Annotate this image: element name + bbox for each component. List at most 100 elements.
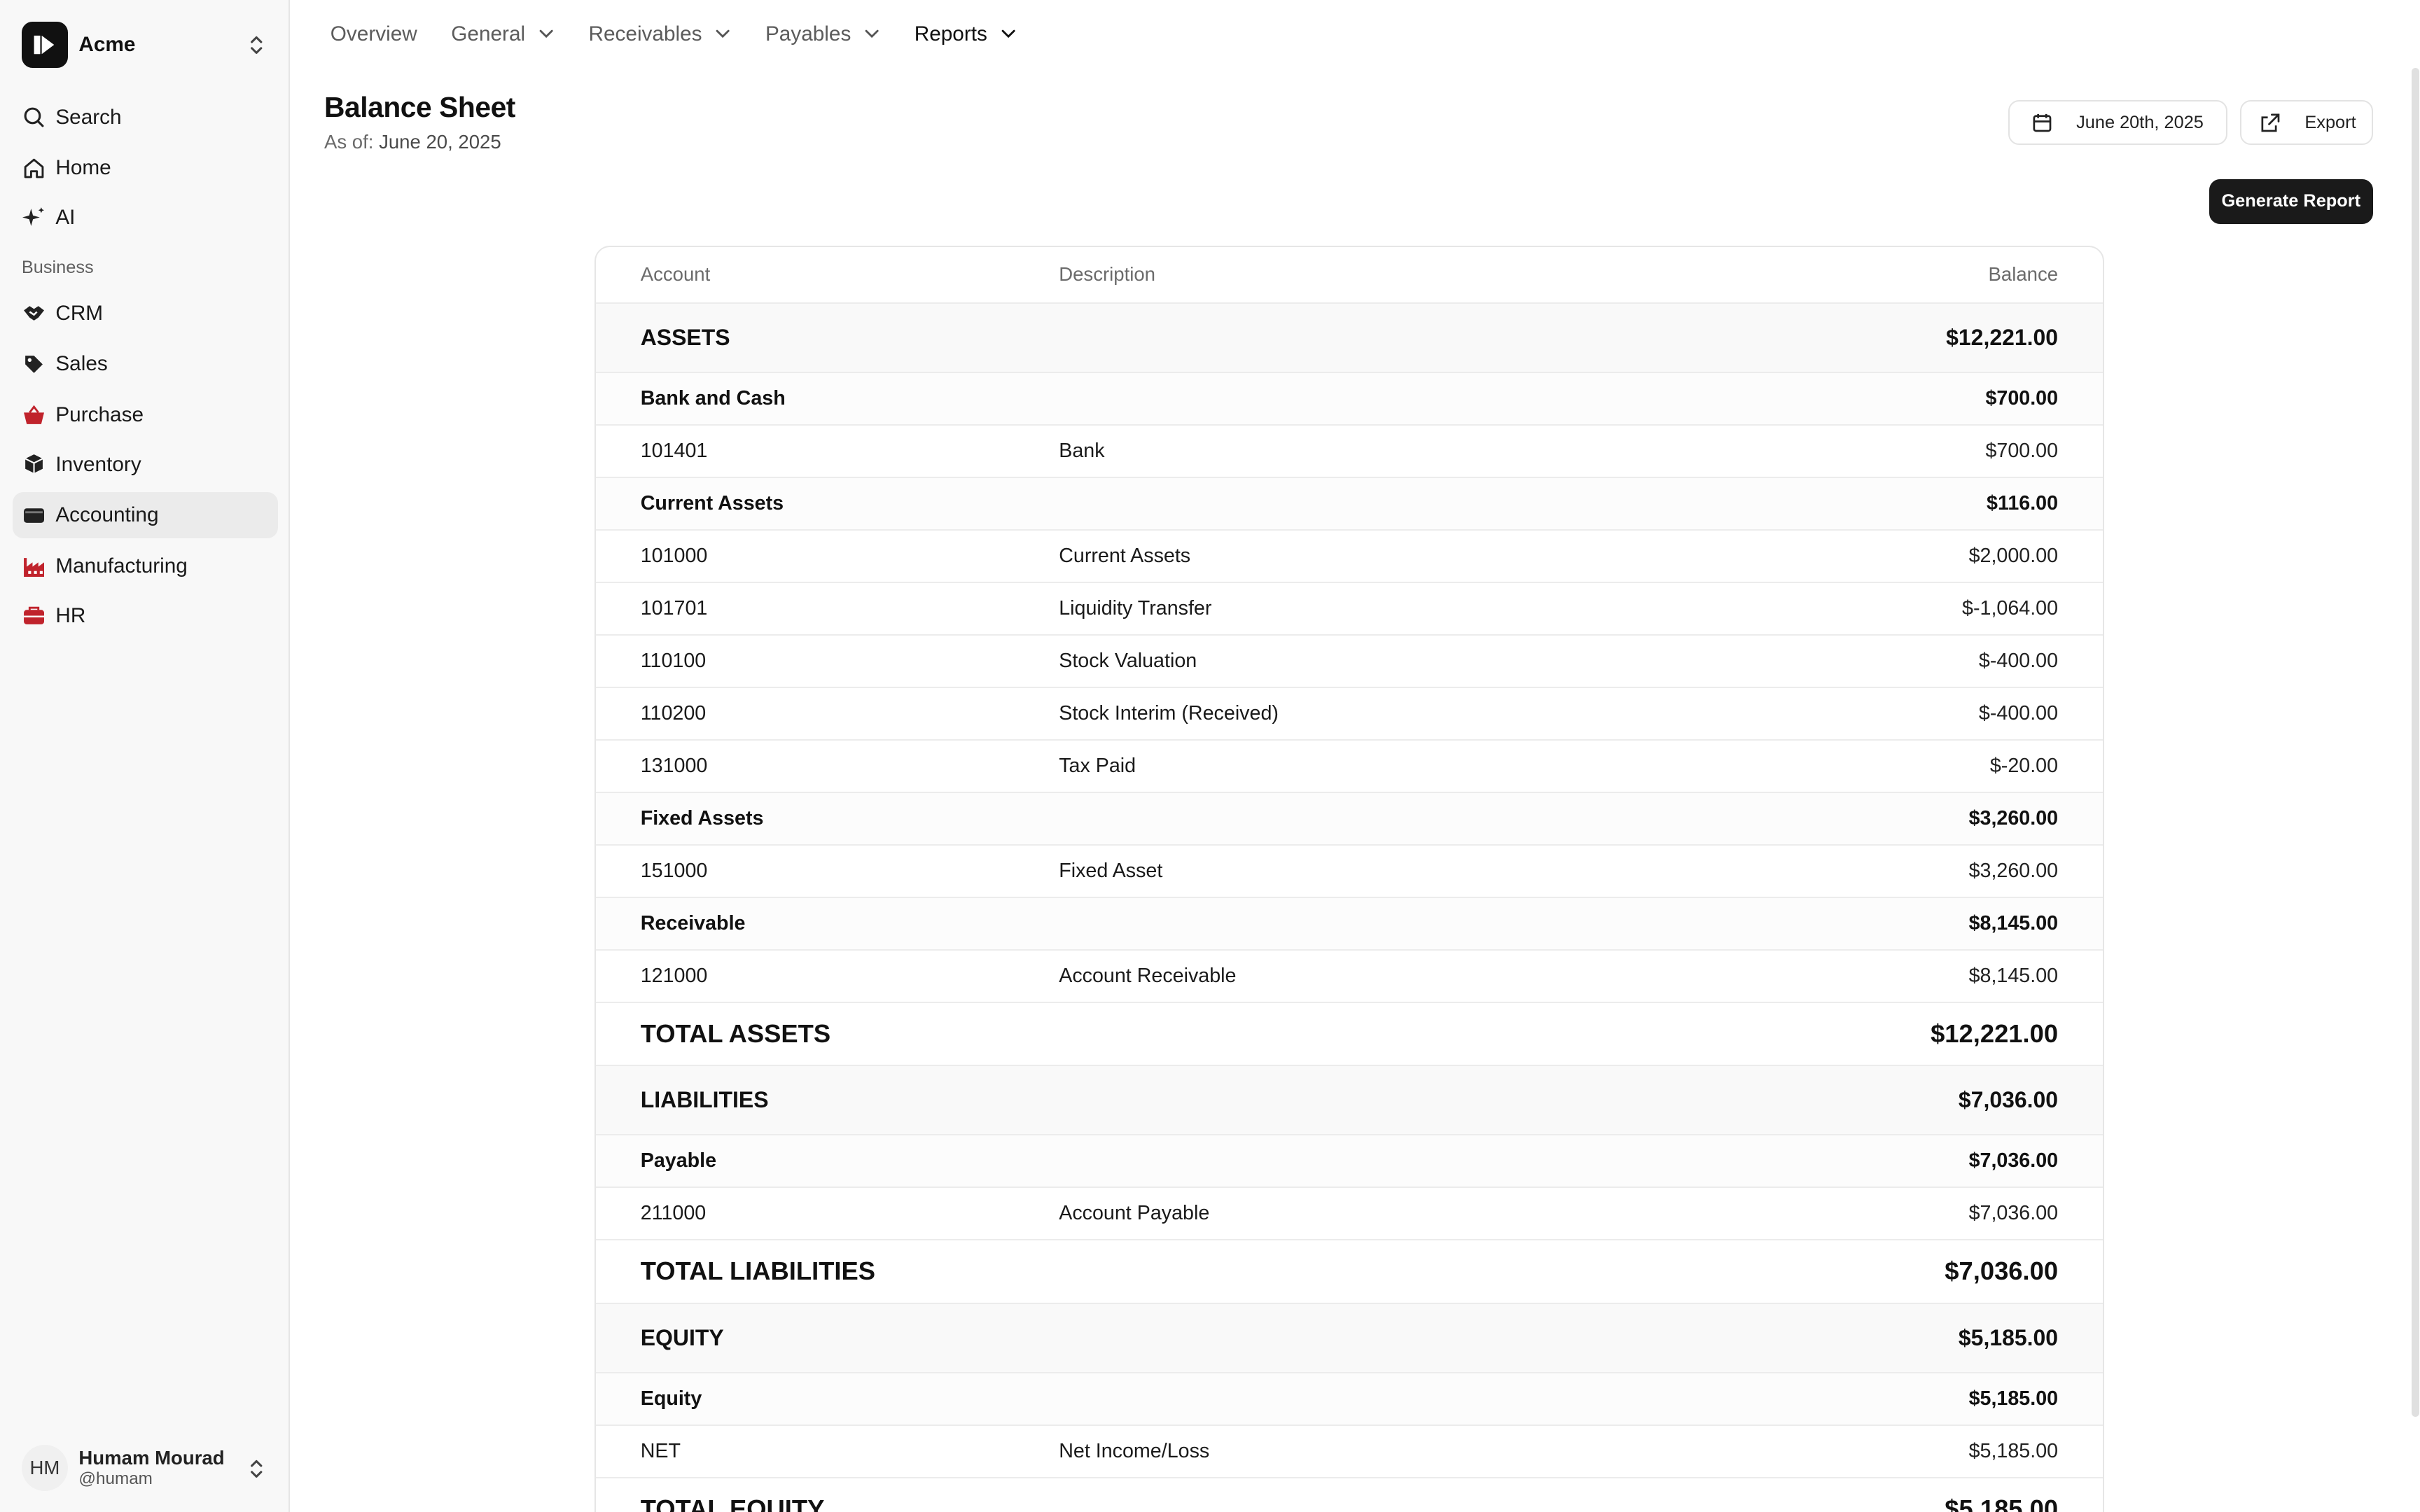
tab-general[interactable]: General: [451, 22, 555, 46]
nav-ai[interactable]: AI: [13, 195, 278, 241]
org-name: Acme: [78, 32, 136, 56]
group-row: Equity $5,185.00: [595, 1373, 2103, 1426]
tag-icon: [22, 352, 46, 377]
account-cell: Fixed Assets: [640, 806, 764, 830]
tab-receivables-label: Receivables: [588, 22, 702, 46]
tab-overview[interactable]: Overview: [331, 22, 417, 46]
group-row: Payable $7,036.00: [595, 1135, 2103, 1189]
column-header-balance: Balance: [1988, 263, 2059, 286]
account-cell: Bank and Cash: [640, 387, 786, 410]
balance-sheet-table: Account Description Balance ASSETS $12,22…: [594, 245, 2104, 1512]
balance-cell: $2,000.00: [1968, 545, 2059, 568]
account-cell: 101701: [640, 597, 708, 620]
section-row: ASSETS $12,221.00: [595, 304, 2103, 374]
sidebar: Acme Search Home AI Business CRM Sales P…: [0, 0, 291, 1512]
table-row[interactable]: NET Net Income/Loss $5,185.00: [595, 1426, 2103, 1478]
balance-cell: $5,185.00: [1968, 1439, 2059, 1462]
table-header: Account Description Balance: [595, 247, 2103, 304]
total-row: TOTAL EQUITY $5,185.00: [596, 1478, 2103, 1512]
nav-accounting-label: Accounting: [55, 503, 159, 527]
description-cell: Account Receivable: [1059, 964, 1237, 987]
description-cell: Liquidity Transfer: [1059, 597, 1212, 620]
tab-receivables[interactable]: Receivables: [589, 22, 732, 46]
total-row: TOTAL LIABILITIES $7,036.00: [595, 1240, 2103, 1304]
balance-cell: $8,145.00: [1968, 911, 2059, 934]
nav-hr-label: HR: [55, 603, 86, 627]
date-picker-label: June 20th, 2025: [2076, 112, 2204, 132]
group-row: Current Assets $116.00: [595, 478, 2103, 531]
balance-cell: $12,221.00: [1931, 1018, 2059, 1048]
balance-cell: $-400.00: [1978, 650, 2059, 673]
tab-payables-label: Payables: [765, 22, 851, 46]
nav-crm[interactable]: CRM: [13, 290, 278, 336]
date-picker-button[interactable]: June 20th, 2025: [2008, 100, 2228, 146]
export-label: Export: [2304, 112, 2356, 132]
section-row: EQUITY $5,185.00: [595, 1303, 2103, 1373]
balance-cell: $5,185.00: [1968, 1387, 2059, 1410]
table-row[interactable]: 151000 Fixed Asset $3,260.00: [595, 846, 2103, 898]
org-switcher[interactable]: Acme: [13, 15, 278, 74]
nav-home[interactable]: Home: [13, 145, 278, 191]
balance-cell: $7,036.00: [1968, 1149, 2059, 1172]
balance-cell: $-1,064.00: [1962, 597, 2059, 620]
description-cell: Net Income/Loss: [1059, 1439, 1210, 1462]
column-header-account: Account: [640, 263, 711, 286]
table-row[interactable]: 101401 Bank $700.00: [595, 426, 2103, 479]
account-cell: 101000: [640, 545, 708, 568]
nav-ai-label: AI: [55, 205, 76, 229]
table-row[interactable]: 211000 Account Payable $7,036.00: [595, 1188, 2103, 1241]
wallet-icon: [22, 503, 46, 528]
briefcase-icon: [22, 603, 46, 628]
table-row[interactable]: 121000 Account Receivable $8,145.00: [595, 951, 2103, 1003]
nav-manufacturing[interactable]: Manufacturing: [13, 543, 278, 589]
account-cell: 110200: [640, 702, 707, 724]
nav-sales[interactable]: Sales: [13, 341, 278, 387]
export-button[interactable]: Export: [2240, 100, 2373, 146]
description-cell: Account Payable: [1059, 1202, 1210, 1225]
account-cell: Payable: [640, 1149, 717, 1172]
account-cell: TOTAL ASSETS: [640, 1018, 831, 1048]
account-cell: ASSETS: [640, 325, 730, 351]
user-menu[interactable]: HM Humam Mourad @humam: [13, 1432, 278, 1503]
tab-payables[interactable]: Payables: [765, 22, 880, 46]
balance-cell: $7,036.00: [1945, 1256, 2059, 1286]
nav-sales-label: Sales: [55, 352, 108, 376]
description-cell: Tax Paid: [1059, 754, 1136, 777]
balance-cell: $12,221.00: [1946, 325, 2059, 351]
table-row[interactable]: 101701 Liquidity Transfer $-1,064.00: [595, 583, 2103, 636]
nav-purchase[interactable]: Purchase: [13, 392, 278, 438]
account-cell: 101401: [640, 440, 708, 463]
account-cell: 121000: [640, 964, 708, 987]
group-row: Fixed Assets $3,260.00: [595, 792, 2103, 846]
account-cell: NET: [640, 1439, 681, 1462]
as-of-value: June 20, 2025: [379, 131, 501, 153]
nav-purchase-label: Purchase: [55, 403, 144, 427]
group-row: Receivable $8,145.00: [595, 897, 2103, 951]
nav-search[interactable]: Search: [13, 94, 278, 140]
tab-reports[interactable]: Reports: [915, 22, 1017, 46]
page-title: Balance Sheet: [324, 91, 515, 124]
table-row[interactable]: 131000 Tax Paid $-20.00: [595, 741, 2103, 793]
chevron-up-down-icon: [250, 1460, 263, 1478]
calendar-icon: [2033, 113, 2052, 132]
nav-manufacturing-label: Manufacturing: [55, 554, 188, 578]
table-row[interactable]: 101000 Current Assets $2,000.00: [595, 531, 2103, 584]
chevron-down-icon: [716, 30, 730, 38]
nav-inventory[interactable]: Inventory: [13, 442, 278, 488]
nav-search-label: Search: [55, 105, 122, 129]
scrollbar[interactable]: [2411, 68, 2419, 1417]
generate-report-button[interactable]: Generate Report: [2209, 178, 2373, 224]
balance-cell: $700.00: [1985, 440, 2059, 463]
handshake-icon: [22, 301, 46, 326]
account-cell: TOTAL LIABILITIES: [640, 1256, 876, 1286]
section-business-label: Business: [21, 258, 94, 278]
description-cell: Fixed Asset: [1059, 859, 1163, 882]
account-cell: 151000: [640, 859, 708, 882]
tab-reports-label: Reports: [914, 22, 987, 46]
table-row[interactable]: 110200 Stock Interim (Received) $-400.00: [595, 688, 2103, 741]
avatar: HM: [21, 1444, 68, 1491]
user-handle: @humam: [78, 1469, 153, 1488]
table-row[interactable]: 110100 Stock Valuation $-400.00: [595, 636, 2103, 689]
nav-accounting[interactable]: Accounting: [12, 492, 278, 539]
nav-hr[interactable]: HR: [13, 593, 278, 639]
